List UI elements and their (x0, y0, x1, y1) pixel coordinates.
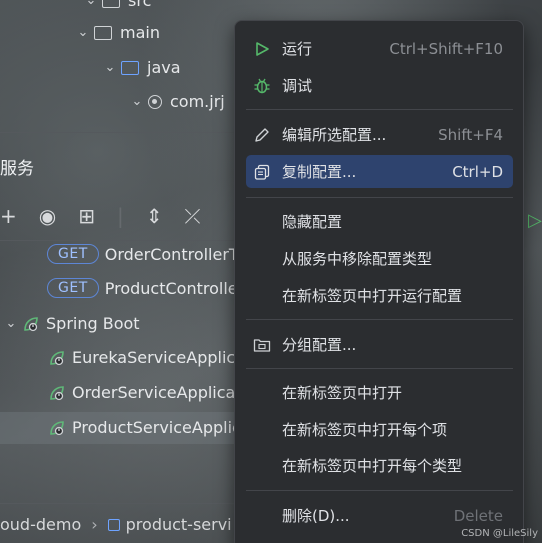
spring-boot-icon (48, 349, 66, 367)
module-icon (107, 518, 120, 531)
spring-app-row[interactable]: ProductServiceApplic (48, 418, 241, 437)
tree-row-package[interactable]: ⌄ com.jrj (126, 92, 225, 111)
group-label: Spring Boot (46, 314, 140, 333)
get-badge: GET (47, 244, 99, 264)
menu-item-remove-config-type[interactable]: 从服务中移除配置类型 (246, 242, 513, 275)
chevron-down-icon: ⌄ (131, 94, 143, 109)
tree-row-src[interactable]: ⌄ src (80, 0, 151, 10)
service-endpoint-row[interactable]: GET ProductControlle (47, 278, 238, 298)
menu-item-open-each-item-tab[interactable]: 在新标签页中打开每个项 (246, 413, 513, 446)
add-service-icon[interactable]: ⊞ (78, 204, 95, 228)
folder-icon (102, 0, 120, 8)
menu-item-edit-config[interactable]: 编辑所选配置... Shift+F4 (246, 118, 513, 151)
menu-item-open-each-type-tab[interactable]: 在新标签页中打开每个类型 (246, 449, 513, 482)
spring-boot-icon (48, 384, 66, 402)
context-menu: 运行 Ctrl+Shift+F10 调试 编辑所选配置... Shift+F4 (234, 20, 524, 543)
endpoint-label: ProductControlle (104, 278, 238, 298)
services-title: 服务 (0, 159, 34, 179)
tree-label: com.jrj (170, 92, 225, 111)
breadcrumb-item[interactable]: product-servi (126, 515, 232, 534)
spring-boot-icon (48, 419, 66, 437)
tree-label: main (120, 23, 160, 42)
breadcrumb-item[interactable]: oud-demo (0, 515, 81, 534)
copy-icon (246, 164, 278, 180)
panel-divider (0, 132, 240, 133)
chevron-right-icon: › (91, 515, 98, 534)
watermark: CSDN @LileSily (461, 528, 538, 539)
menu-item-open-in-tab[interactable]: 在新标签页中打开 (246, 376, 513, 409)
menu-separator (246, 109, 513, 110)
add-icon[interactable]: + (0, 204, 17, 228)
service-endpoint-row[interactable]: GET OrderControllerT (47, 244, 239, 264)
breadcrumb: oud-demo › product-servi (0, 515, 232, 534)
tree-label: java (147, 58, 181, 77)
app-label: EurekaServiceApplica (72, 348, 245, 367)
statusbar-divider (0, 503, 240, 504)
chevron-down-icon: ⌄ (85, 0, 97, 8)
menu-item-hide-config[interactable]: 隐藏配置 (246, 205, 513, 238)
app-label: ProductServiceApplic (72, 418, 241, 437)
chevron-down-icon: ⌄ (104, 60, 116, 75)
collapse-all-icon[interactable]: ⤫ (185, 204, 201, 228)
tree-label: src (128, 0, 152, 10)
expand-all-icon[interactable]: ⇕ (146, 204, 163, 228)
package-icon (148, 94, 162, 109)
tree-row-main[interactable]: ⌄ main (72, 23, 160, 42)
services-toolbar: + ◉ ⊞ | ⇕ ⤫ (0, 204, 223, 228)
get-badge: GET (47, 278, 99, 298)
spring-app-row[interactable]: EurekaServiceApplica (48, 348, 245, 367)
spring-boot-icon (22, 315, 40, 333)
menu-separator (246, 490, 513, 491)
eye-icon[interactable]: ◉ (39, 204, 56, 228)
run-icon[interactable]: ▷ (528, 210, 542, 231)
tree-row-java[interactable]: ⌄ java (99, 58, 181, 77)
folder-group-icon (246, 337, 278, 353)
menu-separator (246, 319, 513, 320)
spring-app-row[interactable]: OrderServiceApplicat (48, 383, 242, 402)
menu-item-run[interactable]: 运行 Ctrl+Shift+F10 (246, 32, 513, 65)
menu-item-open-run-config-tab[interactable]: 在新标签页中打开运行配置 (246, 279, 513, 312)
menu-separator (246, 368, 513, 369)
endpoint-label: OrderControllerT (104, 244, 239, 264)
spring-boot-group[interactable]: ⌄ Spring Boot (0, 314, 140, 333)
app-label: OrderServiceApplicat (72, 383, 242, 402)
menu-item-debug[interactable]: 调试 (246, 69, 513, 102)
chevron-right-icon: ⌄ (5, 316, 17, 331)
menu-item-copy-config[interactable]: 复制配置... Ctrl+D (246, 155, 513, 188)
folder-icon (94, 25, 112, 40)
chevron-down-icon: ⌄ (77, 25, 89, 40)
source-folder-icon (121, 60, 139, 75)
run-icon (246, 41, 278, 57)
debug-icon (246, 77, 278, 95)
menu-separator (246, 197, 513, 198)
toolbar-separator: | (116, 204, 124, 228)
menu-item-group-config[interactable]: 分组配置... (246, 328, 513, 361)
toolbar-divider (0, 240, 240, 241)
edit-icon (246, 127, 278, 143)
